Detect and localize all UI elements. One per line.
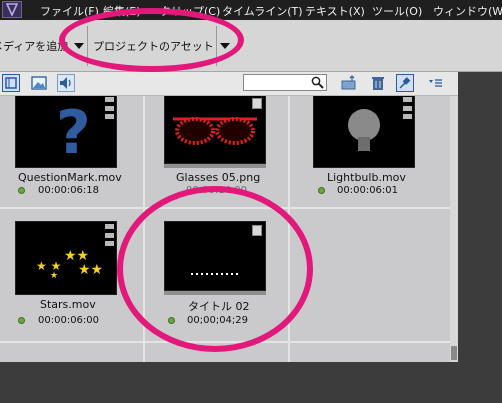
new-folder-icon[interactable] (340, 74, 358, 92)
menu-timeline[interactable]: タイムライン(T) (222, 3, 303, 19)
asset-duration: 00:00:06:01 (337, 185, 399, 196)
panel-toolbar (0, 72, 458, 96)
thumbnail-footer (164, 164, 266, 168)
asset-thumbnail: ★ ★ ★★ ★★ ★ (15, 221, 117, 295)
svg-text:★★: ★★ (78, 262, 103, 278)
asset-duration: 00:00:06:00 (38, 315, 100, 326)
film-strip-icon (105, 224, 114, 246)
asset-thumbnail: ? (15, 96, 117, 168)
scrollbar-thumb[interactable] (451, 346, 457, 360)
lightbulb-image (348, 109, 380, 151)
image-filter-icon[interactable] (30, 74, 48, 92)
highlight-ring (117, 186, 313, 352)
asset-thumbnail (164, 96, 266, 164)
asset-name: Stars.mov (40, 298, 96, 311)
panel-menu-icon[interactable] (427, 74, 445, 92)
menu-tools[interactable]: ツール(O) (372, 3, 422, 19)
add-media-label: メディアを追加 (0, 40, 69, 53)
svg-text:?: ? (56, 98, 91, 167)
film-strip-icon (105, 97, 114, 119)
list-view-icon[interactable] (2, 74, 20, 92)
search-icon (311, 76, 324, 89)
asset-thumbnail (313, 96, 415, 168)
menu-bar: ファイル(F) 編集(E) クリップ(C) タイムライン(T) テキスト(X) … (0, 0, 502, 20)
status-dot-icon (18, 317, 25, 324)
status-dot-icon (18, 187, 25, 194)
image-file-icon (252, 98, 262, 109)
asset-name: Glasses 05.png (176, 171, 261, 184)
search-input[interactable] (243, 74, 327, 91)
question-mark-image: ? (56, 98, 91, 168)
status-dot-icon (318, 187, 325, 194)
svg-text:★: ★ (50, 271, 58, 281)
trash-icon[interactable] (369, 74, 387, 92)
menu-text[interactable]: テキスト(X) (305, 3, 365, 19)
glasses-image (173, 117, 257, 145)
menu-window[interactable]: ウィンドウ(W) (433, 3, 502, 19)
film-strip-icon (403, 97, 412, 119)
pin-icon[interactable] (396, 74, 414, 92)
highlight-ring (59, 8, 244, 72)
stars-image: ★ ★ ★★ ★★ ★ (36, 248, 103, 281)
asset-duration: 00:00:06:18 (38, 185, 100, 196)
vertical-scrollbar[interactable] (450, 96, 458, 362)
asset-name: QuestionMark.mov (18, 171, 122, 184)
audio-filter-icon[interactable] (57, 74, 75, 92)
app-logo-icon (2, 1, 22, 18)
asset-name: Lightbulb.mov (327, 171, 406, 184)
